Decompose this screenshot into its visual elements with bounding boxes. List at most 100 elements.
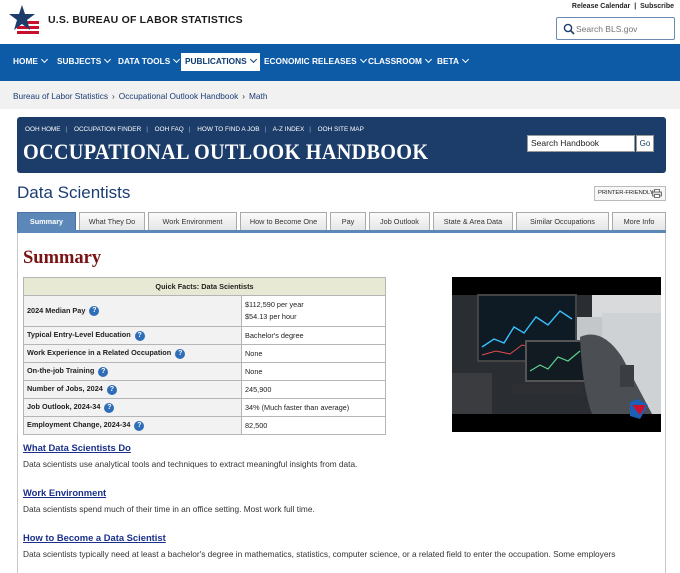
ooh-link-site-map[interactable]: OOH SITE MAP <box>318 126 364 133</box>
ooh-link-faq[interactable]: OOH FAQ <box>155 126 184 133</box>
fact-value: $112,590 per year <box>245 300 304 309</box>
tab-more-info[interactable]: More Info <box>612 212 666 231</box>
fact-value: 245,900 <box>241 380 386 399</box>
occupation-video[interactable] <box>452 277 661 432</box>
section-how-to-become-text: Data scientists typically need at least … <box>23 549 616 559</box>
printer-friendly-button[interactable]: PRINTER-FRIENDLY <box>594 186 666 201</box>
page-title: Data Scientists <box>17 183 131 202</box>
ooh-banner: OOH HOME | OCCUPATION FINDER | OOH FAQ | HO… <box>17 117 666 173</box>
breadcrumb-ooh[interactable]: Occupational Outlook Handbook <box>119 91 238 101</box>
fact-value: None <box>241 344 386 363</box>
chevron-down-icon <box>461 55 470 64</box>
ooh-title[interactable]: OCCUPATIONAL OUTLOOK HANDBOOK <box>23 139 428 165</box>
quick-facts-title: Quick Facts: Data Scientists <box>23 277 386 296</box>
help-icon[interactable]: ? <box>134 420 145 431</box>
section-what-they-do-link[interactable]: What Data Scientists Do <box>23 442 131 453</box>
help-icon[interactable]: ? <box>175 348 186 359</box>
ooh-link-az-index[interactable]: A-Z INDEX <box>273 126 305 133</box>
fact-value-hourly: $54.13 per hour <box>245 312 297 321</box>
section-work-environment-text: Data scientists spend much of their time… <box>23 504 315 514</box>
nav-item-subjects[interactable]: SUBJECTS <box>57 55 112 66</box>
table-row: Work Experience in a Related Occupation?… <box>23 344 386 363</box>
bls-logo-icon[interactable] <box>8 4 42 38</box>
fact-value: 34% (Much faster than average) <box>241 398 386 417</box>
ooh-link-home[interactable]: OOH HOME <box>25 126 61 133</box>
fact-label: 2024 Median Pay <box>27 305 86 315</box>
tab-similar-occupations[interactable]: Similar Occupations <box>516 212 609 231</box>
site-search[interactable] <box>556 17 675 40</box>
nav-item-publications[interactable]: PUBLICATIONS <box>181 53 260 71</box>
main-nav: HOME SUBJECTS DATA TOOLS PUBLICATIONS EC… <box>0 44 680 81</box>
chevron-down-icon <box>40 55 48 64</box>
tab-state-area-data[interactable]: State & Area Data <box>433 212 513 231</box>
nav-label: DATA TOOLS <box>118 56 171 66</box>
summary-heading: Summary <box>23 248 102 268</box>
table-row: Job Outlook, 2024-34? 34% (Much faster t… <box>23 398 386 417</box>
section-how-to-become-link[interactable]: How to Become a Data Scientist <box>23 532 166 543</box>
site-search-input[interactable] <box>576 21 671 37</box>
table-row: Number of Jobs, 2024? 245,900 <box>23 380 386 399</box>
fact-label: Work Experience in a Related Occupation <box>27 348 172 358</box>
table-row: On-the-job Training? None <box>23 362 386 381</box>
nav-item-beta[interactable]: BETA <box>437 55 470 66</box>
nav-label: HOME <box>13 56 38 66</box>
handbook-search-input[interactable]: Search Handbook <box>527 135 635 152</box>
top-links-separator: | <box>634 3 637 10</box>
top-links: Release Calendar | Subscribe <box>572 3 674 10</box>
tab-summary[interactable]: Summary <box>17 212 76 231</box>
nav-label: BETA <box>437 56 459 66</box>
help-icon[interactable]: ? <box>98 366 109 377</box>
help-icon[interactable]: ? <box>89 306 100 317</box>
subscribe-link[interactable]: Subscribe <box>640 3 674 10</box>
ooh-link-find-job[interactable]: HOW TO FIND A JOB <box>197 126 259 133</box>
help-icon[interactable]: ? <box>106 384 117 395</box>
breadcrumb-bls[interactable]: Bureau of Labor Statistics <box>13 91 108 101</box>
search-icon[interactable] <box>563 23 575 35</box>
fact-label: Typical Entry-Level Education <box>27 330 131 340</box>
fact-value: None <box>241 362 386 381</box>
tab-pay[interactable]: Pay <box>330 212 366 231</box>
printer-icon <box>652 189 662 198</box>
section-what-they-do-text: Data scientists use analytical tools and… <box>23 459 358 469</box>
release-calendar-link[interactable]: Release Calendar <box>572 3 630 10</box>
site-header: U.S. BUREAU OF LABOR STATISTICS Release … <box>0 0 680 44</box>
fact-label: Job Outlook, 2024-34 <box>27 402 101 412</box>
breadcrumb-math[interactable]: Math <box>249 91 267 101</box>
fact-label: Number of Jobs, 2024 <box>27 384 103 394</box>
video-still <box>452 277 661 432</box>
agency-name[interactable]: U.S. BUREAU OF LABOR STATISTICS <box>48 14 243 26</box>
nav-item-home[interactable]: HOME <box>13 55 48 66</box>
ooh-links: OOH HOME | OCCUPATION FINDER | OOH FAQ | HO… <box>25 126 364 133</box>
nav-item-data-tools[interactable]: DATA TOOLS <box>118 55 181 66</box>
tab-what-they-do[interactable]: What They Do <box>79 212 145 231</box>
fact-label: Employment Change, 2024-34 <box>27 420 131 430</box>
tab-how-to-become-one[interactable]: How to Become One <box>240 212 327 231</box>
breadcrumb: Bureau of Labor Statistics › Occupational … <box>0 81 680 109</box>
fact-value: 82,500 <box>241 416 386 435</box>
table-row: 2024 Median Pay? $112,590 per year $54.13… <box>23 295 386 327</box>
help-icon[interactable]: ? <box>104 402 115 413</box>
help-icon[interactable]: ? <box>134 330 145 341</box>
fact-value: Bachelor's degree <box>241 326 386 345</box>
nav-label: PUBLICATIONS <box>185 56 247 66</box>
chevron-down-icon <box>104 55 112 64</box>
tab-work-environment[interactable]: Work Environment <box>148 212 237 231</box>
handbook-search-go-button[interactable]: Go <box>636 135 654 152</box>
nav-item-economic-releases[interactable]: ECONOMIC RELEASES <box>264 55 367 66</box>
table-row: Typical Entry-Level Education? Bachelor'… <box>23 326 386 345</box>
nav-item-classroom[interactable]: CLASSROOM <box>368 55 432 66</box>
ooh-link-occupation-finder[interactable]: OCCUPATION FINDER <box>74 126 141 133</box>
chevron-down-icon <box>249 55 257 64</box>
tab-job-outlook[interactable]: Job Outlook <box>369 212 430 231</box>
occupation-tabs: Summary What They Do Work Environment Ho… <box>17 212 666 231</box>
fact-label: On-the-job Training <box>27 366 95 376</box>
nav-label: ECONOMIC RELEASES <box>264 56 357 66</box>
chevron-right-icon: › <box>112 91 115 101</box>
nav-label: SUBJECTS <box>57 56 102 66</box>
chevron-right-icon: › <box>242 91 246 101</box>
section-work-environment-link[interactable]: Work Environment <box>23 487 106 498</box>
chevron-down-icon <box>359 55 367 64</box>
chevron-down-icon <box>424 55 432 64</box>
quick-facts-table: Quick Facts: Data Scientists 2024 Median… <box>23 277 386 435</box>
chevron-down-icon <box>173 55 181 64</box>
